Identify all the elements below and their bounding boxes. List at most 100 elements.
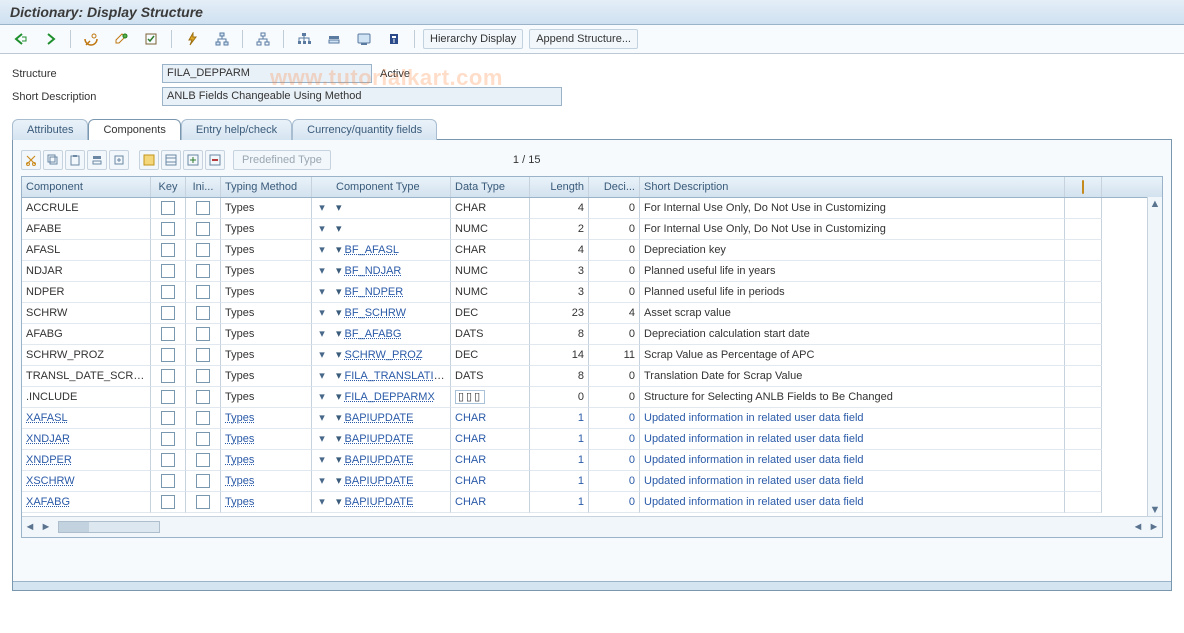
typing-dropdown-icon[interactable]: ▾ xyxy=(312,345,332,366)
component-type-link[interactable]: BF_NDPER xyxy=(345,286,404,298)
tab-attributes[interactable]: Attributes xyxy=(12,119,88,140)
typing-dropdown-icon[interactable]: ▾ xyxy=(312,450,332,471)
table-row[interactable]: XAFASLTypes▾▾BAPIUPDATECHAR10Updated inf… xyxy=(22,408,1162,429)
typing-dropdown-icon[interactable]: ▾ xyxy=(312,198,332,219)
initial-checkbox[interactable] xyxy=(196,474,210,488)
component-link[interactable]: XSCHRW xyxy=(26,475,75,487)
initial-checkbox[interactable] xyxy=(196,285,210,299)
chevron-down-icon[interactable]: ▾ xyxy=(336,349,342,361)
key-checkbox[interactable] xyxy=(161,201,175,215)
table-row[interactable]: AFABGTypes▾▾BF_AFABGDATS80Depreciation c… xyxy=(22,324,1162,345)
chevron-down-icon[interactable]: ▾ xyxy=(336,370,342,382)
documentation-icon[interactable]: i xyxy=(382,29,406,49)
component-link[interactable]: XNDJAR xyxy=(26,433,70,445)
key-checkbox[interactable] xyxy=(161,432,175,446)
tab-currency-quantity[interactable]: Currency/quantity fields xyxy=(292,119,437,140)
initial-checkbox[interactable] xyxy=(196,306,210,320)
initial-checkbox[interactable] xyxy=(196,243,210,257)
table-row[interactable]: SCHRW_PROZTypes▾▾SCHRW_PROZDEC1411Scrap … xyxy=(22,345,1162,366)
display-object-list-icon[interactable] xyxy=(251,29,275,49)
delete-row-icon[interactable] xyxy=(205,150,225,170)
component-type-link[interactable]: SCHRW_PROZ xyxy=(345,349,423,361)
tab-components[interactable]: Components xyxy=(88,119,180,140)
typing-dropdown-icon[interactable]: ▾ xyxy=(312,324,332,345)
key-checkbox[interactable] xyxy=(161,285,175,299)
key-checkbox[interactable] xyxy=(161,474,175,488)
typing-dropdown-icon[interactable]: ▾ xyxy=(312,408,332,429)
component-link[interactable]: AFASL xyxy=(26,240,146,261)
component-type-link[interactable]: BAPIUPDATE xyxy=(345,412,414,424)
insert-row-icon[interactable] xyxy=(161,150,181,170)
col-initial[interactable]: Ini... xyxy=(186,177,221,197)
initial-checkbox[interactable] xyxy=(196,390,210,404)
typing-dropdown-icon[interactable]: ▾ xyxy=(312,387,332,408)
activate-icon[interactable] xyxy=(180,29,204,49)
duplicate-line-icon[interactable] xyxy=(87,150,107,170)
component-link[interactable]: XAFASL xyxy=(26,412,68,424)
chevron-down-icon[interactable]: ▾ xyxy=(336,475,342,487)
component-link[interactable]: NDPER xyxy=(26,282,146,303)
scroll-up-icon[interactable]: ▲ xyxy=(1148,197,1162,211)
initial-checkbox[interactable] xyxy=(196,201,210,215)
insert-row-plus-icon[interactable] xyxy=(183,150,203,170)
key-checkbox[interactable] xyxy=(161,495,175,509)
component-type-link[interactable]: BAPIUPDATE xyxy=(345,433,414,445)
component-type-link[interactable]: BF_AFABG xyxy=(345,328,402,340)
scroll-track[interactable] xyxy=(58,521,160,533)
chevron-down-icon[interactable]: ▾ xyxy=(336,412,342,424)
initial-checkbox[interactable] xyxy=(196,348,210,362)
typing-dropdown-icon[interactable]: ▾ xyxy=(312,366,332,387)
where-used-icon[interactable] xyxy=(210,29,234,49)
initial-checkbox[interactable] xyxy=(196,495,210,509)
initial-checkbox[interactable] xyxy=(196,327,210,341)
hierarchy-display-button[interactable]: Hierarchy Display xyxy=(423,29,523,49)
structure-field[interactable]: FILA_DEPPARM xyxy=(162,64,372,83)
col-short-description[interactable]: Short Description xyxy=(640,177,1065,197)
component-type-link[interactable]: FILA_DEPPARMX xyxy=(345,391,435,403)
structure-icon[interactable] xyxy=(292,29,316,49)
component-link[interactable]: .INCLUDE xyxy=(26,387,146,408)
component-type-link[interactable]: BAPIUPDATE xyxy=(345,454,414,466)
col-component-type[interactable]: Component Type xyxy=(332,177,451,197)
short-description-field[interactable]: ANLB Fields Changeable Using Method xyxy=(162,87,562,106)
component-link[interactable]: AFABG xyxy=(26,324,146,345)
back-icon[interactable] xyxy=(8,29,32,49)
stack-icon[interactable] xyxy=(322,29,346,49)
value-help-icon[interactable]: ▯▯▯ xyxy=(455,390,485,404)
scroll-left-icon[interactable]: ◄ xyxy=(22,519,38,535)
key-checkbox[interactable] xyxy=(161,243,175,257)
settings-icon[interactable] xyxy=(1082,180,1084,194)
key-checkbox[interactable] xyxy=(161,348,175,362)
component-type-link[interactable]: BAPIUPDATE xyxy=(345,475,414,487)
key-checkbox[interactable] xyxy=(161,327,175,341)
scroll-thumb[interactable] xyxy=(59,522,89,532)
forward-icon[interactable] xyxy=(38,29,62,49)
col-length[interactable]: Length xyxy=(530,177,589,197)
typing-dropdown-icon[interactable]: ▾ xyxy=(312,303,332,324)
col-settings[interactable] xyxy=(1065,177,1102,197)
typing-dropdown-icon[interactable]: ▾ xyxy=(312,492,332,513)
scroll-down-icon[interactable]: ▼ xyxy=(1148,503,1162,517)
display-change-icon[interactable] xyxy=(79,29,103,49)
table-row[interactable]: XSCHRWTypes▾▾BAPIUPDATECHAR10Updated inf… xyxy=(22,471,1162,492)
typing-dropdown-icon[interactable]: ▾ xyxy=(312,282,332,303)
table-row[interactable]: NDPERTypes▾▾BF_NDPERNUMC30Planned useful… xyxy=(22,282,1162,303)
component-type-link[interactable]: BF_NDJAR xyxy=(345,265,402,277)
key-checkbox[interactable] xyxy=(161,306,175,320)
table-row[interactable]: XAFABGTypes▾▾BAPIUPDATECHAR10Updated inf… xyxy=(22,492,1162,513)
select-all-icon[interactable] xyxy=(139,150,159,170)
component-link[interactable]: XNDPER xyxy=(26,454,72,466)
initial-checkbox[interactable] xyxy=(196,411,210,425)
table-row[interactable]: .INCLUDETypes▾▾FILA_DEPPARMX▯▯▯00Structu… xyxy=(22,387,1162,408)
graphic-icon[interactable] xyxy=(352,29,376,49)
col-data-type[interactable]: Data Type xyxy=(451,177,530,197)
predefined-type-button[interactable]: Predefined Type xyxy=(233,150,331,170)
table-row[interactable]: NDJARTypes▾▾BF_NDJARNUMC30Planned useful… xyxy=(22,261,1162,282)
typing-dropdown-icon[interactable]: ▾ xyxy=(312,219,332,240)
component-type-link[interactable]: FILA_TRANSLATIO… xyxy=(345,370,451,382)
component-type-link[interactable]: BF_AFASL xyxy=(345,244,399,256)
col-typing-method[interactable]: Typing Method xyxy=(221,177,312,197)
vertical-scrollbar[interactable]: ▲ ▼ xyxy=(1147,197,1162,517)
component-link[interactable]: NDJAR xyxy=(26,261,146,282)
initial-checkbox[interactable] xyxy=(196,264,210,278)
